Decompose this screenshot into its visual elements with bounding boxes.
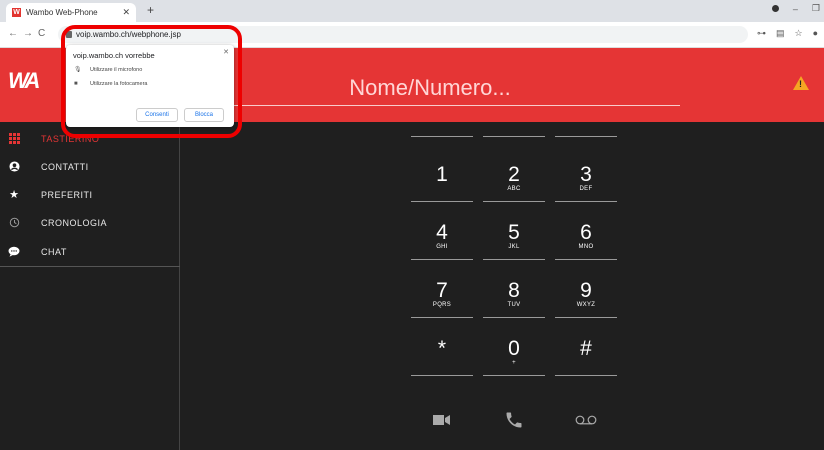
favicon-icon: W [12, 8, 21, 17]
key-8[interactable]: 8 TUV [483, 260, 545, 318]
url-text: voip.wambo.ch/webphone.jsp [76, 30, 181, 39]
chat-icon [8, 246, 20, 258]
key-letters: MNO [578, 244, 594, 250]
key-digit: 5 [508, 221, 520, 244]
sidebar-item-contacts[interactable]: CONTATTI [0, 152, 180, 181]
key-6[interactable]: 6 MNO [555, 202, 617, 260]
history-icon [8, 217, 20, 229]
window-controls: – ❐ [771, 3, 820, 14]
translate-icon[interactable]: ▤ [776, 28, 785, 39]
key-2[interactable]: 2 ABC [483, 144, 545, 202]
key-letters: ABC [507, 186, 521, 192]
dialpad: 1 2 ABC 3 DEF 4 GHI 5 JKL 6 MNO 7 PQRS 8 TUV 9W… [411, 122, 621, 450]
video-camera-icon [433, 415, 450, 425]
key-4[interactable]: 4 GHI [411, 202, 473, 260]
account-icon[interactable]: ● [813, 28, 818, 39]
key-digit: 6 [580, 221, 592, 244]
key-icon[interactable]: ⊶ [757, 28, 766, 39]
key-3[interactable]: 3 DEF [555, 144, 617, 202]
star-icon: ★ [9, 189, 19, 201]
key-digit: 3 [580, 163, 592, 186]
warning-icon[interactable]: ! [793, 76, 809, 90]
divider [411, 136, 473, 137]
sidebar-item-chat[interactable]: CHAT [0, 237, 180, 266]
permission-label: Utilizzare il microfono [90, 66, 143, 73]
key-star[interactable]: * [411, 318, 473, 376]
key-letters: GHI [436, 244, 448, 250]
voicemail-button[interactable] [555, 405, 617, 435]
key-digit: 7 [436, 279, 448, 302]
new-tab-icon[interactable]: + [147, 3, 154, 17]
maximize-icon[interactable]: ❐ [812, 3, 820, 14]
contact-icon [8, 161, 20, 173]
key-letters: PQRS [432, 302, 452, 308]
sidebar: TASTIERINO CONTATTI ★ PREFERITI CRONOLOG… [0, 122, 180, 450]
phone-icon [506, 412, 522, 428]
sidebar-item-label: CHAT [41, 246, 67, 257]
video-call-button[interactable] [411, 405, 473, 435]
lock-icon[interactable] [66, 31, 72, 38]
permission-microphone: 🎙 Utilizzare il microfono [74, 66, 143, 74]
permission-dialog: voip.wambo.ch vorrebbe ✕ 🎙 Utilizzare il… [66, 45, 234, 127]
key-9[interactable]: 9 WXYZ [555, 260, 617, 318]
key-0[interactable]: 0 + [483, 318, 545, 376]
permission-camera: ■ Utilizzare la fotocamera [74, 81, 147, 87]
microphone-icon: 🎙 [74, 67, 82, 73]
key-digit: 4 [436, 221, 448, 244]
tab-close-icon[interactable]: ✕ [122, 7, 130, 18]
call-button[interactable] [483, 405, 545, 435]
profile-dot-icon[interactable] [771, 5, 779, 12]
bookmark-star-icon[interactable]: ☆ [794, 28, 802, 39]
permission-dialog-title: voip.wambo.ch vorrebbe [73, 51, 155, 60]
sidebar-item-label: TASTIERINO [41, 133, 100, 144]
key-1[interactable]: 1 [411, 144, 473, 202]
search-input[interactable] [180, 70, 680, 106]
divider [555, 136, 617, 137]
sidebar-item-label: PREFERITI [41, 189, 93, 200]
key-letters: + [512, 360, 516, 366]
key-digit: 9 [580, 279, 592, 302]
allow-button[interactable]: Consenti [136, 108, 178, 122]
key-digit: 2 [508, 163, 520, 186]
wambo-logo: WA [8, 68, 41, 93]
voicemail-icon [575, 415, 597, 425]
url-field[interactable]: voip.wambo.ch/webphone.jsp [58, 26, 748, 43]
dialpad-icon [8, 133, 20, 145]
sidebar-item-history[interactable]: CRONOLOGIA [0, 208, 180, 237]
key-digit: * [437, 337, 447, 360]
sidebar-item-dialpad[interactable]: TASTIERINO [0, 124, 180, 153]
key-letters: WXYZ [576, 302, 596, 308]
key-hash[interactable]: # [555, 318, 617, 376]
tab-strip: W Wambo Web-Phone ✕ + – ❐ [0, 0, 824, 22]
key-digit: 0 [508, 337, 520, 360]
divider [483, 136, 545, 137]
key-letters: JKL [508, 244, 520, 250]
key-letters: TUV [507, 302, 521, 308]
camera-icon: ■ [74, 81, 78, 87]
forward-icon[interactable]: → [23, 28, 33, 39]
close-icon[interactable]: ✕ [223, 48, 229, 56]
key-digit: 1 [436, 163, 448, 186]
reload-icon[interactable]: C [38, 28, 45, 39]
key-7[interactable]: 7 PQRS [411, 260, 473, 318]
key-letters: DEF [579, 186, 593, 192]
key-5[interactable]: 5 JKL [483, 202, 545, 260]
tab-title: Wambo Web-Phone [26, 8, 98, 17]
key-digit: # [580, 337, 592, 360]
toolbar-icons: ⊶ ▤ ☆ ● [757, 28, 818, 39]
sidebar-menu: TASTIERINO CONTATTI ★ PREFERITI CRONOLOG… [0, 122, 180, 267]
sidebar-item-favorites[interactable]: ★ PREFERITI [0, 180, 180, 209]
sidebar-item-label: CRONOLOGIA [41, 217, 108, 228]
key-digit: 8 [508, 279, 520, 302]
browser-tab[interactable]: W Wambo Web-Phone ✕ [6, 3, 136, 22]
minimize-icon[interactable]: – [793, 4, 798, 14]
sidebar-item-label: CONTATTI [41, 161, 89, 172]
browser-window: W Wambo Web-Phone ✕ + – ❐ ← → C voip.wam… [0, 0, 824, 450]
block-button[interactable]: Blocca [184, 108, 224, 122]
permission-label: Utilizzare la fotocamera [90, 81, 148, 87]
back-icon[interactable]: ← [8, 28, 18, 39]
